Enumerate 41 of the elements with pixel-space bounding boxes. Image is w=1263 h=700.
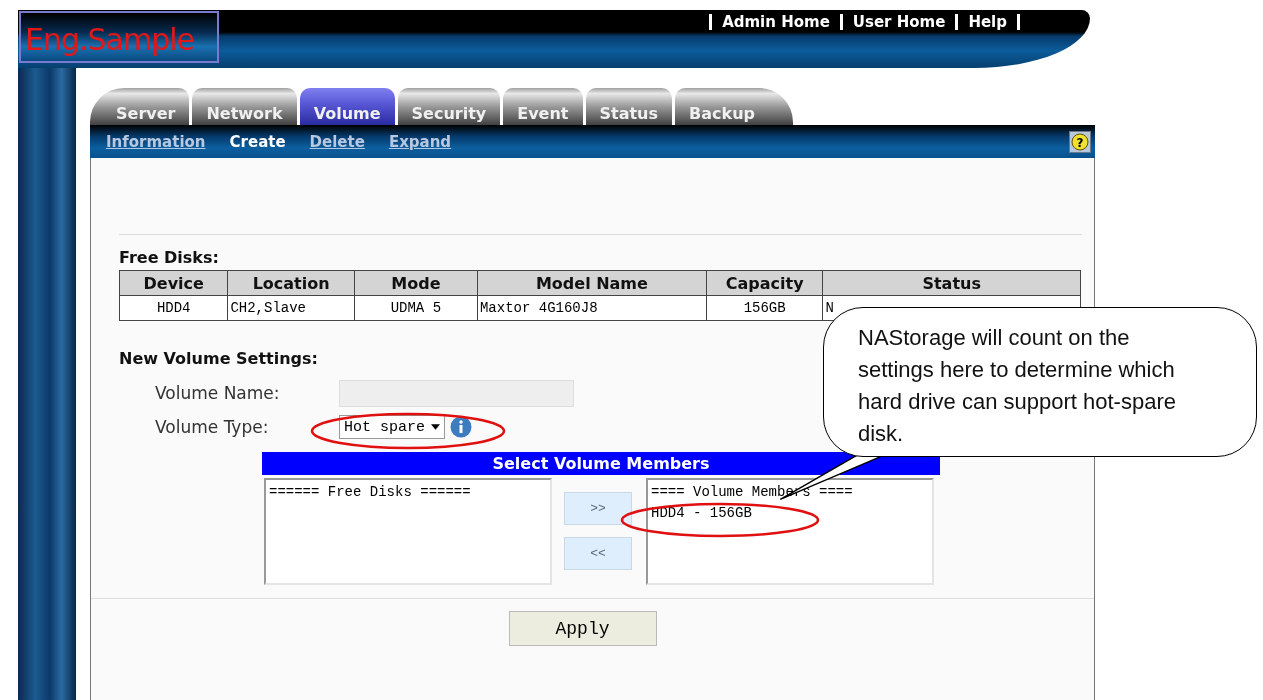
apply-button[interactable]: Apply — [508, 611, 657, 646]
subnav-link[interactable]: Expand — [388, 132, 452, 151]
volume-name-field[interactable] — [339, 379, 574, 407]
subnav-link[interactable]: Information — [106, 132, 206, 151]
logo: Eng.Sample — [19, 11, 219, 63]
header-link[interactable]: Help — [968, 13, 1007, 31]
tab[interactable]: Backup — [675, 88, 793, 125]
table-cell: 156GB — [706, 295, 823, 321]
tab[interactable]: Event — [503, 88, 583, 125]
tab[interactable]: Security — [397, 88, 501, 125]
subnav-link[interactable]: Create — [229, 132, 286, 151]
field-label: Volume Type: — [155, 417, 270, 437]
column-header: Device — [119, 270, 228, 296]
add-button[interactable]: >> — [564, 492, 632, 525]
table-cell: Maxtor 4G160J8 — [477, 295, 707, 321]
header-link[interactable]: Admin Home — [722, 13, 830, 31]
table-cell: CH2,Slave — [227, 295, 355, 321]
tab[interactable]: Server — [90, 88, 190, 125]
column-header: Capacity — [706, 270, 823, 296]
table-cell: UDMA 5 — [354, 295, 478, 321]
column-header: Status — [822, 270, 1081, 296]
section-title: New Volume Settings: — [119, 349, 318, 368]
free-disks-list[interactable]: ====== Free Disks ====== — [264, 478, 552, 585]
tab[interactable]: Volume — [299, 88, 395, 125]
remove-button[interactable]: << — [564, 537, 632, 570]
tab[interactable]: Network — [192, 88, 297, 125]
header-link[interactable]: User Home — [852, 13, 946, 31]
field-label: Volume Name: — [155, 383, 281, 403]
help-icon[interactable]: ? — [1069, 130, 1091, 153]
column-header: Mode — [354, 270, 478, 296]
column-header: Location — [227, 270, 355, 296]
volume-type-dropdown[interactable]: Hot spare — [339, 415, 445, 439]
column-header: Model Name — [477, 270, 707, 296]
info-icon[interactable] — [450, 416, 472, 438]
section-title: Free Disks: — [119, 248, 219, 267]
subnav-link[interactable]: Delete — [309, 132, 365, 151]
tab[interactable]: Status — [585, 88, 673, 125]
caret-icon — [431, 424, 440, 430]
list-item[interactable]: ====== Free Disks ====== — [269, 482, 548, 503]
table-cell: HDD4 — [119, 295, 228, 321]
list-header: Select Volume Members — [262, 452, 940, 475]
